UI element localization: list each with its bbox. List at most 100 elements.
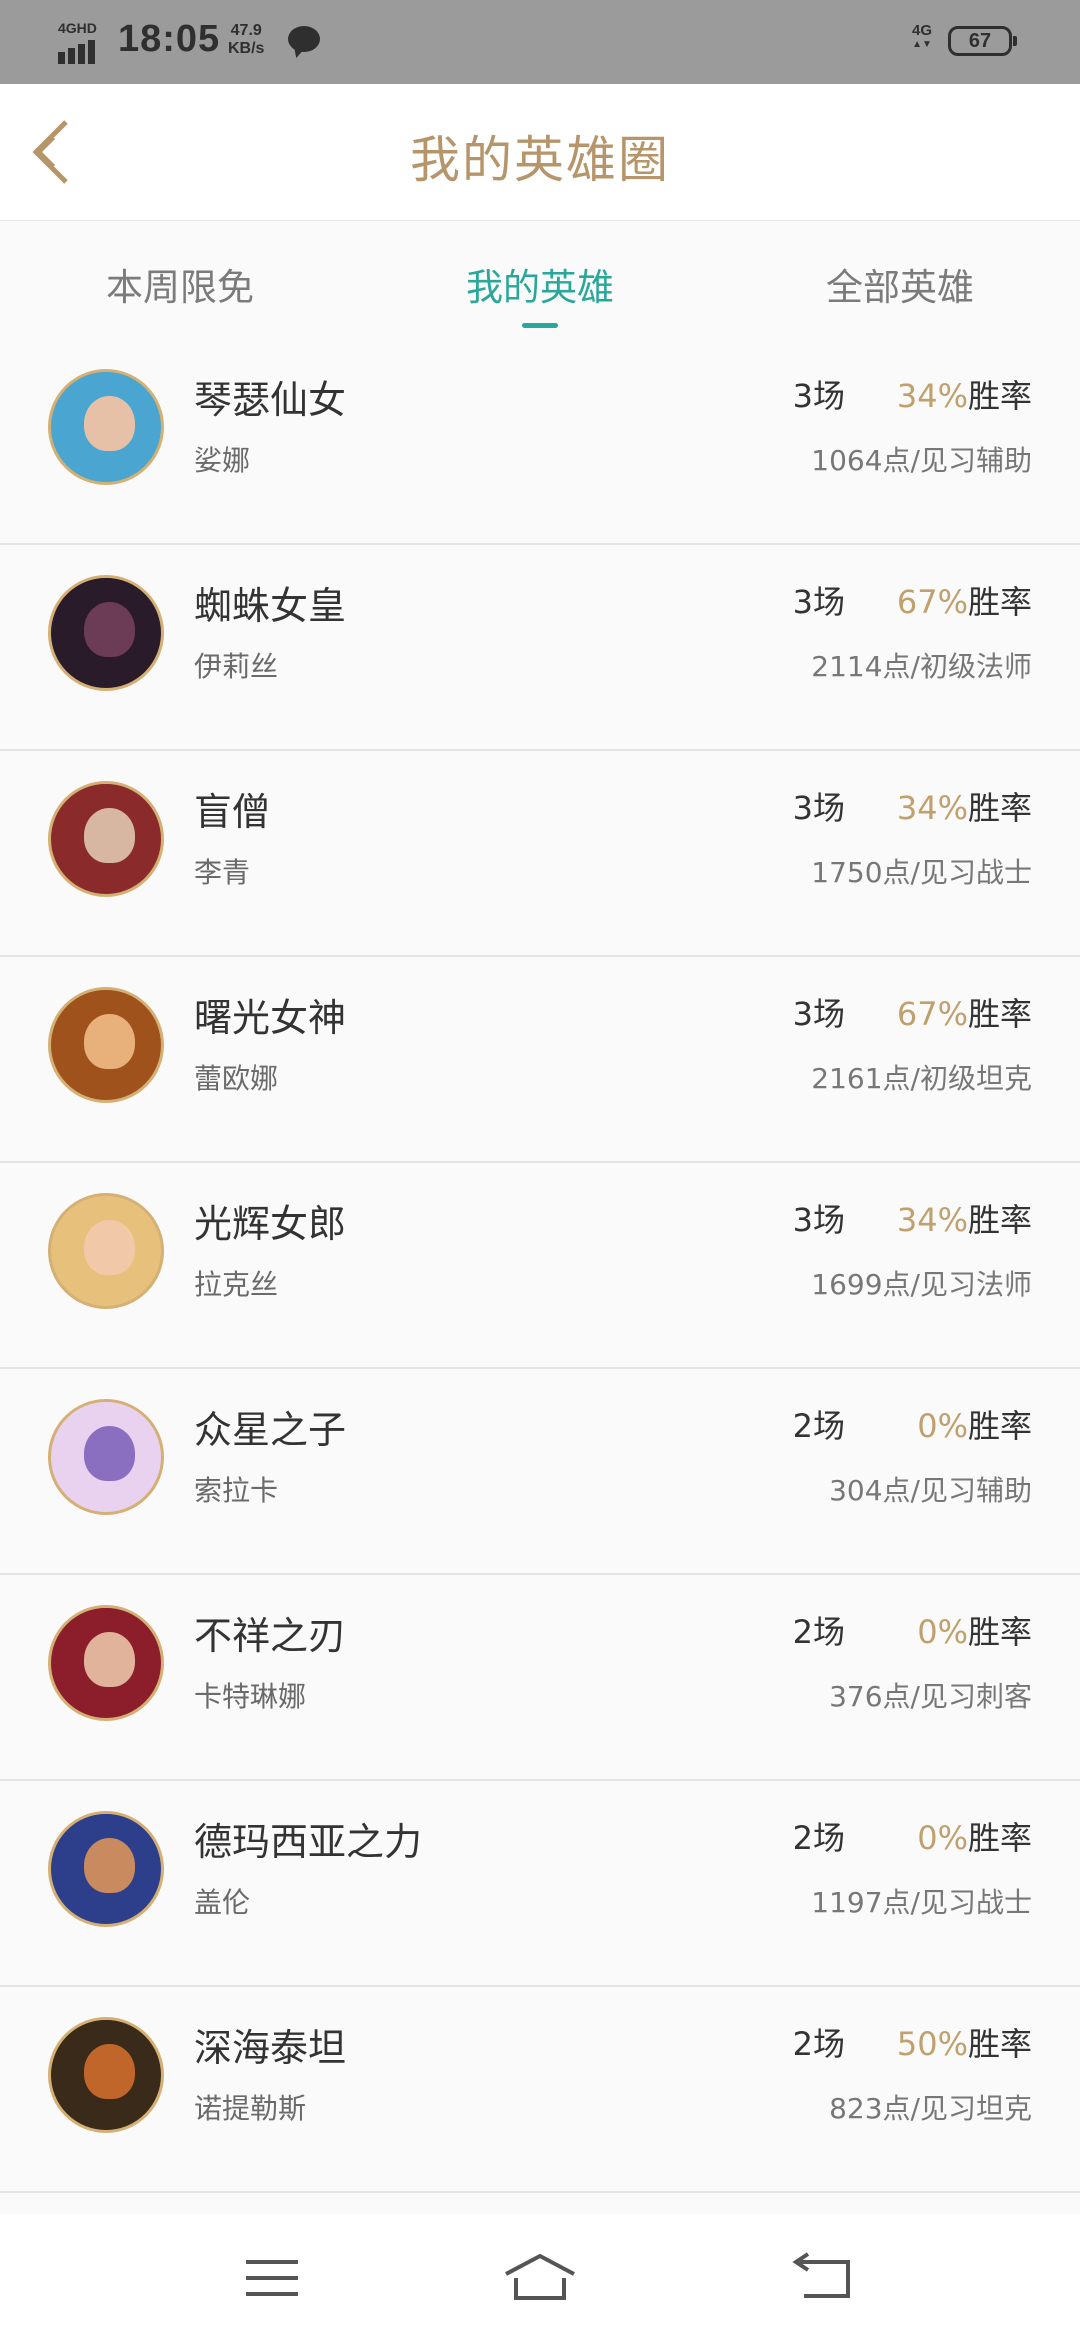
page-title: 我的英雄圈 (410, 131, 670, 189)
avatar (48, 2017, 164, 2133)
games-count: 3场 (792, 995, 845, 1033)
active-tab-indicator (522, 323, 558, 328)
win-rate-label: 胜率 (967, 1613, 1032, 1651)
games-count: 2场 (792, 1819, 845, 1857)
data-arrows-icon: ▲▼ (912, 39, 932, 50)
win-rate: 34%胜率 (897, 783, 1032, 829)
avatar-face (84, 1014, 135, 1070)
status-bar: 4GHD 18:05 47.9 KB/s 4G ▲▼ 67 (0, 0, 1080, 84)
win-rate-value: 34% (896, 1201, 968, 1239)
avatar-face (84, 1426, 135, 1482)
avatar-face (84, 1632, 135, 1688)
home-button[interactable] (500, 2248, 580, 2308)
avatar-face (84, 1220, 135, 1276)
hero-name: 李青 (194, 856, 251, 889)
win-rate-value: 50% (896, 2025, 968, 2063)
home-icon (505, 2253, 575, 2300)
list-item[interactable]: 曙光女神 蕾欧娜 3场 67%胜率 2161点/初级坦克 (0, 957, 1080, 1163)
hero-points: 823点/见习坦克 (829, 2092, 1032, 2125)
avatar (48, 575, 164, 691)
win-rate: 34%胜率 (897, 1195, 1032, 1241)
tab-weekly-free[interactable]: 本周限免 (0, 257, 360, 311)
games-count: 3场 (792, 377, 845, 415)
avatar (48, 987, 164, 1103)
list-item[interactable]: 盲僧 李青 3场 34%胜率 1750点/见习战士 (0, 751, 1080, 957)
tab-all-heroes[interactable]: 全部英雄 (720, 257, 1080, 311)
games-count: 2场 (792, 1407, 845, 1445)
hero-points: 1064点/见习辅助 (811, 444, 1032, 477)
win-rate: 0%胜率 (917, 1607, 1032, 1653)
win-rate-label: 胜率 (967, 583, 1032, 621)
win-rate-value: 67% (896, 995, 968, 1033)
list-item[interactable]: 琴瑟仙女 娑娜 3场 34%胜率 1064点/见习辅助 (0, 339, 1080, 545)
tab-bar: 本周限免 我的英雄 全部英雄 (0, 221, 1080, 339)
win-rate-label: 胜率 (967, 995, 1032, 1033)
avatar-face (84, 602, 135, 658)
hero-title: 盲僧 (194, 790, 271, 834)
win-rate: 67%胜率 (897, 577, 1032, 623)
hero-points: 1750点/见习战士 (811, 856, 1032, 889)
hero-title: 众星之子 (194, 1408, 347, 1452)
win-rate-value: 0% (917, 1819, 968, 1857)
list-item[interactable]: 众星之子 索拉卡 2场 0%胜率 304点/见习辅助 (0, 1369, 1080, 1575)
hero-points: 1699点/见习法师 (811, 1268, 1032, 1301)
list-item[interactable]: 不祥之刃 卡特琳娜 2场 0%胜率 376点/见习刺客 (0, 1575, 1080, 1781)
mobile-data-icon: 4G ▲▼ (912, 22, 933, 52)
hero-title: 光辉女郎 (194, 1202, 347, 1246)
games-count: 2场 (792, 2025, 845, 2063)
win-rate: 0%胜率 (917, 1813, 1032, 1859)
hero-points: 2114点/初级法师 (811, 650, 1032, 683)
list-item[interactable]: 德玛西亚之力 盖伦 2场 0%胜率 1197点/见习战士 (0, 1781, 1080, 1987)
hero-points: 1197点/见习战士 (811, 1886, 1032, 1919)
list-item[interactable]: 深海泰坦 诺提勒斯 2场 50%胜率 823点/见习坦克 (0, 1987, 1080, 2193)
avatar-face (84, 396, 135, 452)
hero-points: 2161点/初级坦克 (811, 1062, 1032, 1095)
hero-name: 诺提勒斯 (194, 2092, 307, 2125)
app-header: 我的英雄圈 (0, 84, 1080, 221)
hero-name: 索拉卡 (194, 1474, 279, 1507)
clock: 18:05 (118, 18, 221, 60)
hero-title: 蜘蛛女皇 (194, 584, 347, 628)
hero-title: 曙光女神 (194, 996, 347, 1040)
message-icon (288, 26, 320, 52)
win-rate-value: 67% (896, 583, 968, 621)
network-speed: 47.9 KB/s (228, 22, 264, 58)
system-nav-bar (0, 2214, 1080, 2340)
win-rate: 34%胜率 (897, 371, 1032, 417)
avatar (48, 1193, 164, 1309)
avatar (48, 369, 164, 485)
hero-title: 德玛西亚之力 (194, 1820, 423, 1864)
battery-icon: 67 (948, 26, 1017, 56)
signal-icon: 4GHD (58, 20, 104, 64)
hero-name: 卡特琳娜 (194, 1680, 307, 1713)
avatar-face (84, 2044, 135, 2100)
games-count: 3场 (792, 1201, 845, 1239)
net-type-label: 4G (912, 22, 933, 39)
win-rate-value: 0% (917, 1407, 968, 1445)
hero-title: 不祥之刃 (194, 1614, 347, 1658)
win-rate: 67%胜率 (897, 989, 1032, 1035)
signal-bar (68, 48, 75, 64)
avatar (48, 1811, 164, 1927)
hero-points: 304点/见习辅助 (829, 1474, 1032, 1507)
games-count: 3场 (792, 789, 845, 827)
win-rate-label: 胜率 (967, 1201, 1032, 1239)
menu-button[interactable] (232, 2248, 312, 2308)
avatar-face (84, 808, 135, 864)
games-count: 2场 (792, 1613, 845, 1651)
speed-unit: KB/s (228, 40, 265, 57)
hero-points: 376点/见习刺客 (829, 1680, 1032, 1713)
list-item[interactable]: 光辉女郎 拉克丝 3场 34%胜率 1699点/见习法师 (0, 1163, 1080, 1369)
win-rate: 50%胜率 (897, 2019, 1032, 2065)
menu-icon (246, 2260, 298, 2296)
network-type: 4GHD (58, 20, 97, 36)
win-rate-label: 胜率 (967, 377, 1032, 415)
list-item[interactable]: 蜘蛛女皇 伊莉丝 3场 67%胜率 2114点/初级法师 (0, 545, 1080, 751)
signal-bar (58, 52, 65, 64)
tab-my-heroes[interactable]: 我的英雄 (360, 257, 720, 311)
signal-bar (78, 44, 85, 64)
win-rate-value: 34% (896, 789, 968, 827)
back-nav-button[interactable] (784, 2248, 864, 2308)
hero-list: 琴瑟仙女 娑娜 3场 34%胜率 1064点/见习辅助 蜘蛛女皇 伊莉丝 3场 … (0, 339, 1080, 2339)
signal-bar (88, 40, 95, 64)
